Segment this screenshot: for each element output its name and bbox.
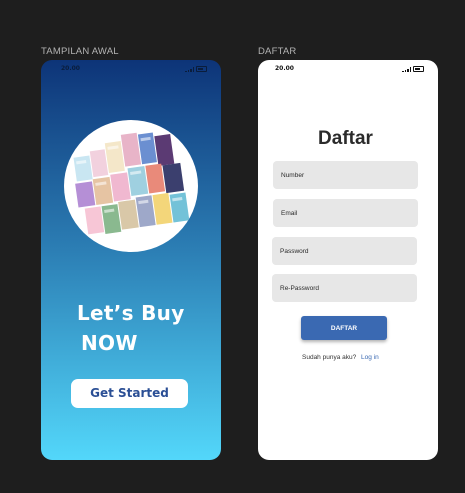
books-illustration-icon	[73, 132, 190, 235]
battery-icon	[196, 66, 207, 72]
daftar-button[interactable]: DAFTAR	[301, 316, 387, 340]
tagline-line1: Let’s Buy	[77, 301, 185, 325]
status-time: 20.00	[275, 65, 294, 72]
tagline-line2: NOW	[81, 331, 138, 355]
login-row: Sudah punya aku? Log in	[302, 354, 379, 361]
frame-label-register: DAFTAR	[258, 46, 297, 57]
page-title: Daftar	[318, 128, 373, 149]
signal-icon	[402, 67, 411, 72]
number-field[interactable]	[273, 161, 418, 189]
login-link[interactable]: Log in	[361, 354, 379, 361]
register-screen: 20.00 Daftar DAFTAR Sudah punya aku? Log…	[258, 60, 438, 460]
password-field[interactable]	[272, 237, 417, 265]
frame-label-welcome: TAMPILAN AWAL	[41, 46, 119, 57]
signal-icon	[185, 67, 194, 72]
battery-icon	[413, 66, 424, 72]
books-illustration	[64, 120, 198, 252]
repassword-field[interactable]	[272, 274, 417, 302]
get-started-button[interactable]: Get Started	[71, 379, 188, 408]
status-icons	[402, 66, 424, 72]
email-field[interactable]	[273, 199, 418, 227]
welcome-screen: 20.00 Let’s Buy NOW Get Started	[41, 60, 221, 460]
status-time: 20.00	[61, 65, 80, 72]
status-icons	[185, 66, 207, 72]
login-prompt: Sudah punya aku?	[302, 354, 357, 361]
